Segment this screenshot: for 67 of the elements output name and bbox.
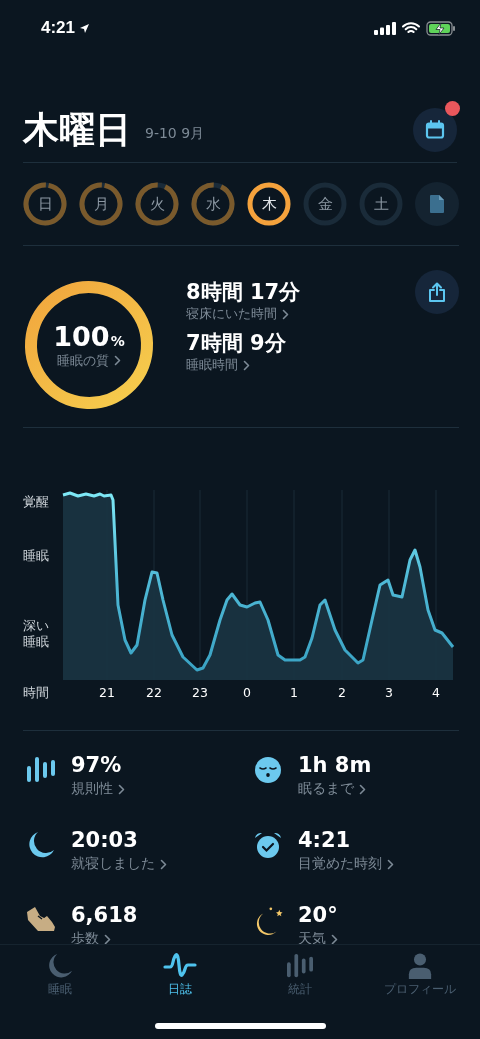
sleepy-face-icon	[254, 756, 282, 784]
chevron-icon	[243, 359, 250, 371]
share-button[interactable]	[415, 270, 459, 314]
stat-value: 4:21	[298, 828, 352, 854]
signal-icon	[374, 21, 396, 35]
metric-label: 睡眠時間	[186, 356, 238, 375]
axis-title: 時間	[23, 685, 49, 702]
stat-value: 20:03	[71, 828, 139, 854]
hour-label: 23	[192, 685, 208, 700]
share-icon	[428, 282, 446, 302]
chevron-icon	[160, 858, 167, 870]
stat-value: 97%	[71, 753, 123, 779]
metric-label: 睡眠の質	[57, 351, 109, 370]
stat-value: 6,618	[71, 903, 138, 929]
stat-value: 20°	[298, 903, 338, 929]
chevron-icon	[104, 933, 111, 944]
chevron-icon	[282, 308, 289, 320]
day-ring-button[interactable]: 木	[247, 182, 291, 226]
bars-icon	[285, 953, 315, 979]
wifi-icon	[402, 21, 420, 35]
stat-label: 目覚めた時刻	[298, 855, 382, 874]
chevron-icon	[359, 783, 366, 795]
stat-value: 1h 8m	[298, 753, 372, 779]
day-ring-button[interactable]: 月	[79, 182, 123, 226]
moon-icon	[27, 831, 55, 859]
day-ring-button[interactable]: 金	[303, 182, 347, 226]
sleep-stage-label: 深い睡眠	[23, 618, 49, 651]
hour-label: 22	[146, 685, 162, 700]
chevron-icon	[387, 858, 394, 870]
shoe-icon	[26, 906, 56, 934]
date-range: 9-10 9月	[145, 125, 205, 143]
day-ring-button[interactable]: 火	[135, 182, 179, 226]
stat-label: 規則性	[71, 780, 113, 799]
chevron-icon	[114, 355, 121, 366]
metric-value: 8時間 17分	[186, 280, 301, 306]
calendar-button[interactable]	[413, 108, 457, 152]
chevron-icon	[118, 783, 125, 795]
moon-icon	[46, 953, 74, 979]
battery-charging-icon	[426, 20, 456, 36]
sleep-stage-label: 覚醒	[23, 494, 49, 511]
hour-label: 0	[243, 685, 251, 700]
person-icon	[407, 953, 433, 979]
day-title: 木曜日	[23, 112, 131, 148]
metric-value: 7時間 9分	[186, 331, 287, 357]
hour-label: 2	[338, 685, 346, 700]
bars-icon	[26, 756, 56, 784]
stat-label: 眠るまで	[298, 780, 354, 799]
stat-label: 就寝しました	[71, 855, 155, 874]
day-ring-button[interactable]: 水	[191, 182, 235, 226]
hour-label: 4	[432, 685, 440, 700]
day-ring-button[interactable]: 土	[359, 182, 403, 226]
status-time: 4:21	[41, 18, 76, 38]
hour-label: 21	[99, 685, 115, 700]
document-icon	[429, 194, 445, 214]
quality-percent: 100%	[53, 320, 125, 352]
chevron-icon	[331, 933, 338, 944]
day-ring-button[interactable]: 日	[23, 182, 67, 226]
wave-icon	[163, 953, 197, 979]
hour-label: 1	[290, 685, 298, 700]
tab-button[interactable]: 日誌	[120, 953, 240, 997]
report-button[interactable]	[415, 182, 459, 226]
location-arrow-icon	[79, 22, 91, 34]
hour-label: 3	[385, 685, 393, 700]
alarm-clock-icon	[254, 831, 282, 859]
calendar-icon	[425, 120, 445, 140]
sleep-stage-label: 睡眠	[23, 548, 49, 565]
metric-label: 寝床にいた時間	[186, 305, 277, 324]
